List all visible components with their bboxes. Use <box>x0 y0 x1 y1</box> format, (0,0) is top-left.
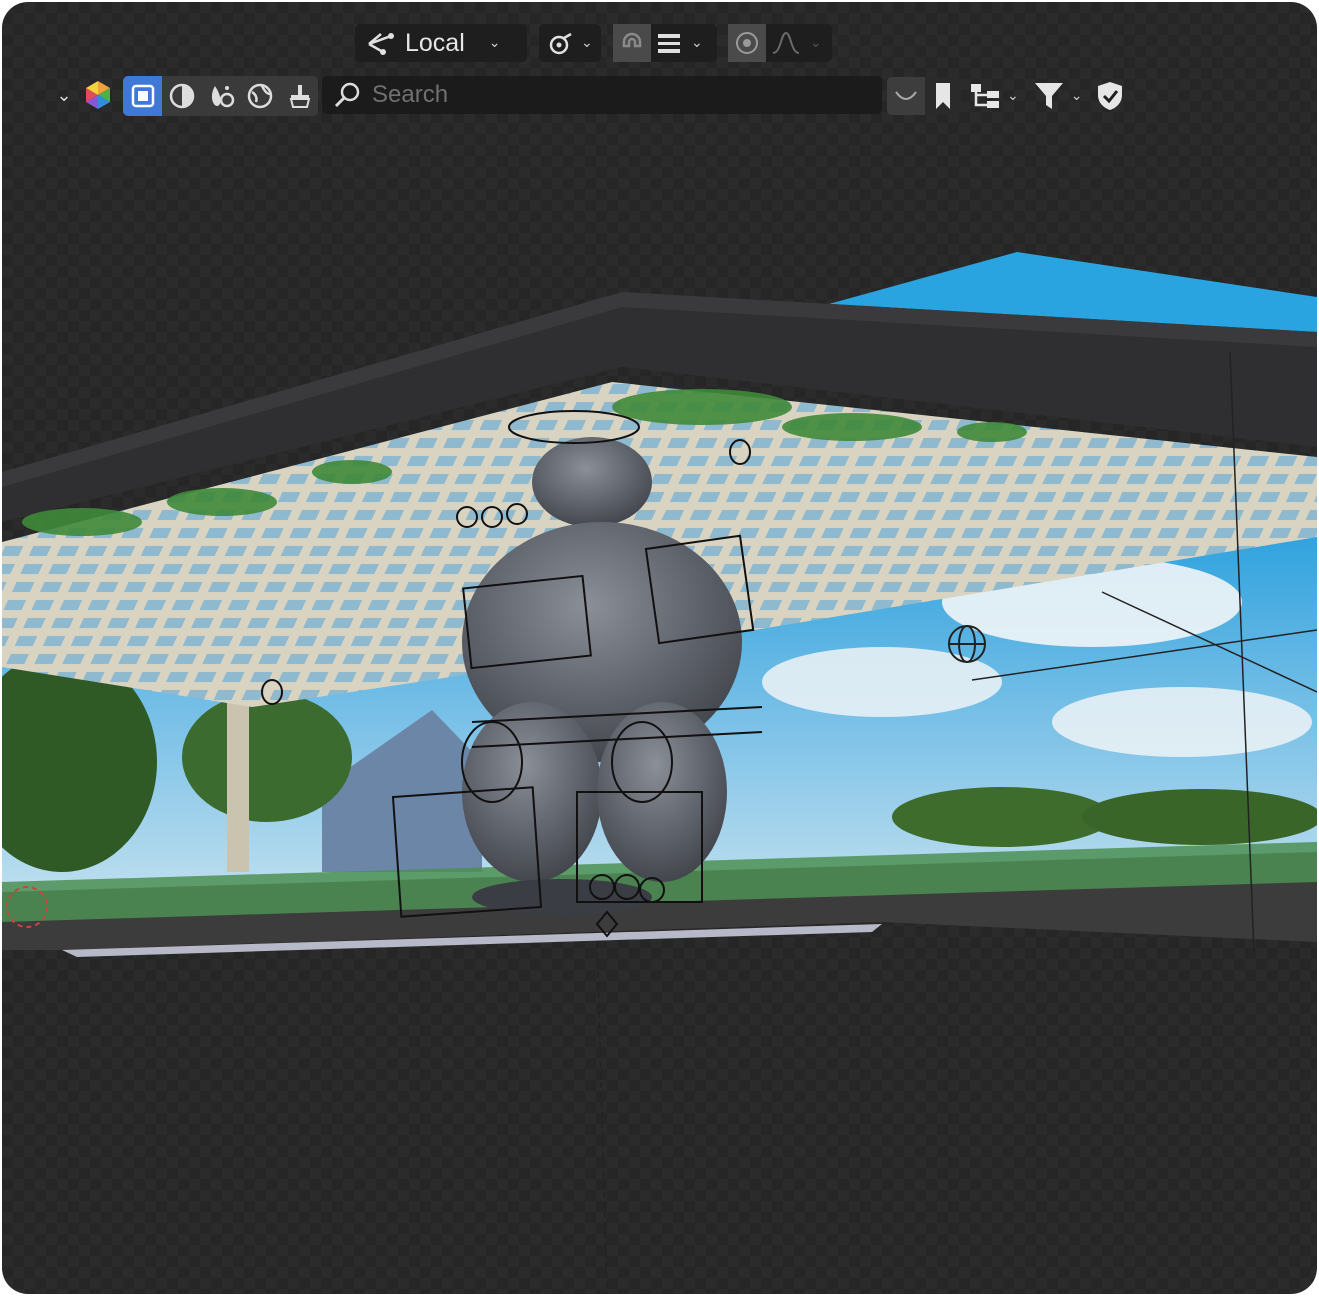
bookmark-icon[interactable] <box>925 77 961 115</box>
transform-orientation-dropdown[interactable]: Local ⌄ <box>355 24 527 62</box>
snap-increment-icon[interactable] <box>651 24 687 62</box>
chevron-down-icon[interactable]: ⌄ <box>1007 88 1019 104</box>
brush-icon[interactable] <box>279 76 318 116</box>
object-select-icon[interactable] <box>123 76 162 116</box>
search-input[interactable] <box>370 80 854 110</box>
chevron-down-icon[interactable]: ⌄ <box>52 76 76 114</box>
chevron-down-icon: ⌄ <box>691 35 703 51</box>
filter-mode-group[interactable] <box>123 76 318 116</box>
snap-group[interactable]: ⌄ <box>613 24 717 62</box>
orientation-icon <box>365 24 395 62</box>
chevron-down-icon: ⌄ <box>488 35 501 51</box>
chevron-down-icon: ⌄ <box>810 35 822 51</box>
proportional-edit-icon[interactable] <box>728 24 766 62</box>
chevron-down-icon: ⌄ <box>581 35 593 51</box>
hierarchy-icon[interactable] <box>967 77 1003 115</box>
3d-viewport[interactable]: Local ⌄ ⌄ ⌄ ⌄ ⌄ Search ⌄ ⌄ <box>2 2 1317 1294</box>
pivot-point-icon <box>547 24 577 62</box>
outliner-right-icons: ⌄ ⌄ <box>887 76 1128 116</box>
material-icon[interactable] <box>162 76 201 116</box>
blender-data-icon[interactable] <box>82 79 114 115</box>
snap-magnet-icon[interactable] <box>613 24 651 62</box>
chevron-down-icon[interactable]: ⌄ <box>1071 88 1083 104</box>
search-field[interactable] <box>322 76 882 114</box>
orientation-label: Local <box>405 28 465 57</box>
viewport-scene[interactable] <box>2 2 1317 1294</box>
shield-check-icon[interactable] <box>1092 77 1128 115</box>
curve-icon[interactable] <box>887 77 925 115</box>
pivot-point-dropdown[interactable]: ⌄ <box>539 24 601 62</box>
filter-icon[interactable] <box>1031 77 1067 115</box>
world-icon[interactable] <box>240 76 279 116</box>
falloff-curve-icon[interactable] <box>766 24 806 62</box>
proportional-edit-group[interactable]: ⌄ <box>728 24 832 62</box>
particles-icon[interactable] <box>201 76 240 116</box>
search-icon <box>332 80 362 110</box>
